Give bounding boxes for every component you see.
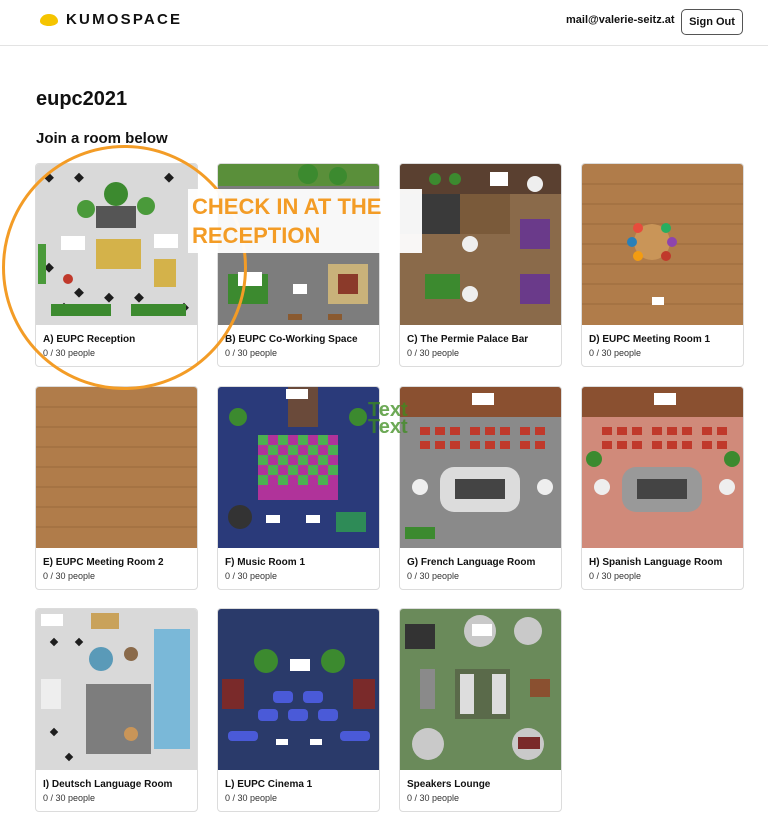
room-card[interactable]: I) Deutsch Language Room 0 / 30 people (35, 608, 198, 812)
room-card[interactable]: G) French Language Room 0 / 30 people (399, 386, 562, 590)
room-thumbnail (400, 387, 561, 548)
room-occupancy: 0 / 30 people (407, 348, 460, 358)
top-header: KUMOSPACE mail@valerie-seitz.at Sign Out (0, 0, 768, 46)
annotation-line-2: RECEPTION (192, 223, 321, 248)
room-occupancy: 0 / 30 people (43, 793, 96, 803)
room-thumbnail (582, 164, 743, 325)
room-occupancy: 0 / 30 people (407, 793, 460, 803)
page-title: eupc2021 (36, 88, 128, 110)
room-thumbnail (218, 387, 379, 548)
room-occupancy: 0 / 30 people (407, 571, 460, 581)
room-occupancy: 0 / 30 people (225, 571, 278, 581)
room-name: A) EUPC Reception (43, 334, 136, 345)
room-card[interactable]: A) EUPC Reception 0 / 30 people (35, 163, 198, 367)
room-occupancy: 0 / 30 people (225, 348, 278, 358)
room-thumbnail (218, 609, 379, 770)
room-name: D) EUPC Meeting Room 1 (589, 334, 711, 345)
room-name: G) French Language Room (407, 557, 536, 568)
room-card[interactable]: D) EUPC Meeting Room 1 0 / 30 people (581, 163, 744, 367)
cloud-logo-icon (40, 13, 58, 27)
room-name: H) Spanish Language Room (589, 557, 723, 568)
room-thumbnail (400, 164, 561, 325)
user-email: mail@valerie-seitz.at (566, 14, 675, 26)
annotation-callout: CHECK IN AT THE RECEPTION (188, 189, 422, 253)
room-occupancy: 0 / 30 people (589, 571, 642, 581)
sign-out-button[interactable]: Sign Out (681, 9, 743, 35)
room-name: L) EUPC Cinema 1 (225, 779, 313, 790)
annotation-line-1: CHECK IN AT THE (192, 194, 382, 219)
room-name: I) Deutsch Language Room (43, 779, 173, 790)
room-occupancy: 0 / 30 people (589, 348, 642, 358)
room-card[interactable]: C) The Permie Palace Bar 0 / 30 people (399, 163, 562, 367)
room-thumbnail (36, 164, 197, 325)
room-occupancy: 0 / 30 people (225, 793, 278, 803)
room-card[interactable]: H) Spanish Language Room 0 / 30 people (581, 386, 744, 590)
room-thumbnail (400, 609, 561, 770)
room-name: E) EUPC Meeting Room 2 (43, 557, 164, 568)
kumospace-logo[interactable]: KUMOSPACE (40, 11, 182, 28)
room-name: F) Music Room 1 (225, 557, 306, 568)
room-thumbnail (36, 609, 197, 770)
room-thumbnail (36, 387, 197, 548)
room-name: Speakers Lounge (407, 779, 491, 790)
logo-text: KUMOSPACE (66, 11, 183, 28)
section-title: Join a room below (36, 130, 168, 147)
room-card[interactable]: F) Music Room 1 0 / 30 people (217, 386, 380, 590)
room-occupancy: 0 / 30 people (43, 348, 96, 358)
room-thumbnail (582, 387, 743, 548)
room-occupancy: 0 / 30 people (43, 571, 96, 581)
room-name: C) The Permie Palace Bar (407, 334, 529, 345)
room-name: B) EUPC Co-Working Space (225, 334, 358, 345)
room-card[interactable]: Speakers Lounge 0 / 30 people (399, 608, 562, 812)
room-card[interactable]: L) EUPC Cinema 1 0 / 30 people (217, 608, 380, 812)
room-card[interactable]: E) EUPC Meeting Room 2 0 / 30 people (35, 386, 198, 590)
